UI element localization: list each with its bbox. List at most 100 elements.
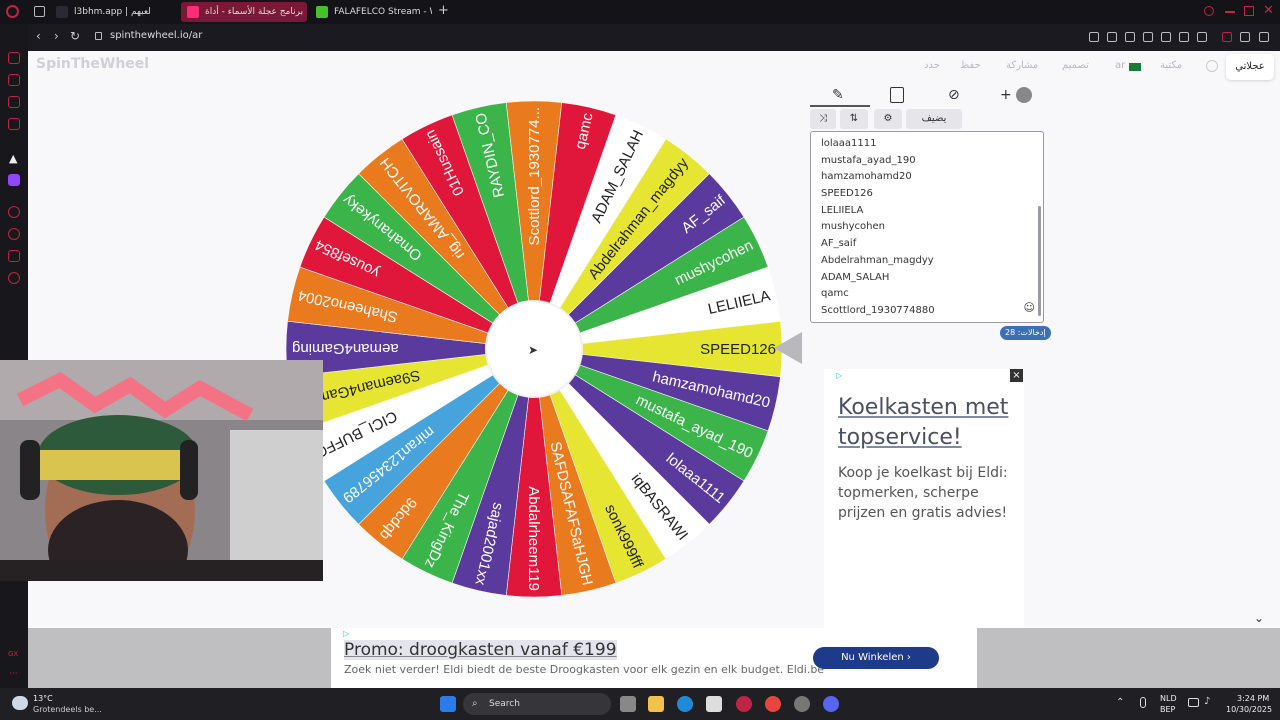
snapshot-icon[interactable] [1125,32,1135,42]
add-image-button[interactable]: يضيف [906,109,962,129]
heart-icon[interactable] [1197,32,1207,42]
extensions-icon[interactable] [8,250,20,262]
clipboard-icon[interactable] [890,87,904,103]
minimize-icon[interactable] [1225,11,1235,13]
speed-dial-icon[interactable] [8,52,20,64]
settings-icon[interactable] [8,272,20,284]
nav-clear[interactable]: حدد [924,60,940,71]
entry-line[interactable]: hamzamohamd20 [821,169,1033,186]
adchoices-icon[interactable]: ▷ [343,629,349,638]
download-icon[interactable] [1240,32,1250,42]
entry-line[interactable]: lolaaa1111 [821,136,1033,153]
ai-icon[interactable] [8,74,20,86]
shield-icon[interactable] [1143,32,1153,42]
weather-temp[interactable]: 13°C [33,694,53,703]
weather-icon[interactable] [12,696,28,710]
gx-icon[interactable]: GX [8,650,18,658]
history-icon[interactable] [8,228,20,240]
shop-now-button[interactable]: Nu Winkelen › [813,647,939,669]
bottom-ad[interactable]: ▷ Promo: droogkasten vanaf €199 Zoek nie… [331,628,977,688]
entry-line[interactable]: Scottlord_1930774880 [821,303,1033,320]
tray-chevron-icon[interactable]: ⌃ [1116,697,1124,708]
chevron-down-icon[interactable]: ⌄ [1254,611,1264,625]
volume-icon[interactable]: ♪ [1204,696,1210,707]
opera-logo-icon[interactable] [6,5,19,18]
settings-wheel-icon[interactable] [1206,60,1218,72]
bottom-ad-title[interactable]: Promo: droogkasten vanaf €199 [344,640,617,660]
entry-line[interactable]: AF_saif [821,236,1033,253]
nav-save[interactable]: حفظ [960,60,981,71]
nav-lang[interactable]: ar [1115,60,1125,71]
avatar[interactable] [1016,87,1032,103]
taskbar-search[interactable]: ⌕ Search [463,693,611,715]
search-icon: ⌕ [472,698,478,709]
url-field[interactable]: spinthewheel.io/ar [110,30,202,41]
tab-favicon-icon [187,6,199,18]
nav-share[interactable]: مشاركة [1006,60,1038,71]
adchoices-icon[interactable]: ▷ [836,371,842,380]
player-icon[interactable] [1179,32,1189,42]
entry-line[interactable]: SPEED126 [821,186,1033,203]
new-tab-button[interactable]: + [438,3,449,18]
sort-button[interactable]: ⇅ [840,109,868,129]
entry-line[interactable]: Abdelrahman_magdyy [821,253,1033,270]
sidebar-toggle-icon[interactable] [1089,32,1099,42]
task-view-icon[interactable] [620,696,636,712]
reload-icon[interactable]: ↻ [70,29,80,43]
close-window-icon[interactable]: ✕ [1263,3,1274,18]
weather-text[interactable]: Grotendeels be... [33,705,102,714]
entry-line[interactable]: LELIIELA [821,203,1033,220]
gear-button[interactable]: ⚙ [874,109,902,129]
tab-falafelco[interactable]: FALAFELCO Stream - Wat [310,2,432,22]
lang-indicator-top[interactable]: NLD [1160,694,1177,703]
discord-icon[interactable] [823,696,839,712]
side-ad-title[interactable]: Koelkasten met topservice! [838,393,1010,453]
scrollbar[interactable] [1038,206,1041,316]
tools-icon[interactable]: ▲ [9,152,17,165]
chrome-icon[interactable] [765,696,781,712]
network-icon[interactable] [1188,698,1199,707]
pencil-icon[interactable]: ✎ [832,87,844,103]
start-icon[interactable] [440,696,456,712]
entry-line[interactable]: ADAM_SALAH [821,270,1033,287]
workspaces-icon[interactable] [34,6,45,17]
nav-design[interactable]: تصميم [1062,60,1089,71]
edge-icon[interactable] [677,696,693,712]
site-logo[interactable]: SpinTheWheel [36,56,149,72]
back-icon[interactable]: ‹ [36,29,41,43]
twitch-icon[interactable] [8,174,20,186]
eye-off-icon[interactable]: ⊘ [948,87,960,103]
forward-icon[interactable]: › [54,29,59,43]
opera-gx-icon[interactable] [736,696,752,712]
lang-indicator-bottom[interactable]: BEP [1160,705,1175,714]
tab-l3bhm[interactable]: l3bhm.app | لعبهم [50,2,178,22]
side-ad[interactable]: Koelkasten met topservice! Koop je koelk… [824,369,1024,629]
bookmark-icon[interactable] [1107,32,1117,42]
shuffle-button[interactable]: ⤨ [810,109,836,129]
emoji-icon[interactable]: ☺ [1024,301,1035,314]
entries-textarea[interactable]: ☺ lolaaa1111 mustafa_ayad_190 hamzamohamd2… [810,131,1044,323]
clock-date[interactable]: 10/30/2025 [1226,705,1272,714]
entry-line[interactable]: mustafa_ayad_190 [821,153,1033,170]
plus-icon[interactable]: + [1000,87,1012,103]
more-icon[interactable]: ··· [9,669,18,679]
tab-spinthewheel[interactable]: برنامج عجلة الأسماء - أداة [181,2,307,22]
microphone-icon[interactable] [1140,697,1146,708]
file-explorer-icon[interactable] [648,696,664,712]
user-icon[interactable] [1222,32,1232,42]
store-icon[interactable] [706,696,722,712]
translate-icon[interactable] [1161,32,1171,42]
maximize-icon[interactable] [1244,6,1254,16]
nav-library[interactable]: مكتبة [1160,60,1182,71]
entry-line[interactable]: qamc [821,286,1033,303]
news-icon[interactable] [8,118,20,130]
search-tabs-icon[interactable] [1204,6,1214,16]
menu-icon[interactable] [1259,32,1269,42]
close-ad-button[interactable]: × [1010,369,1023,382]
player-sidebar-icon[interactable] [8,206,20,218]
settings-app-icon[interactable] [794,696,810,712]
entry-line[interactable]: mushycohen [821,219,1033,236]
my-wheels-button[interactable]: عجلاتي [1226,54,1274,80]
clock-time[interactable]: 3:24 PM [1237,694,1269,703]
messenger-icon[interactable] [8,96,20,108]
